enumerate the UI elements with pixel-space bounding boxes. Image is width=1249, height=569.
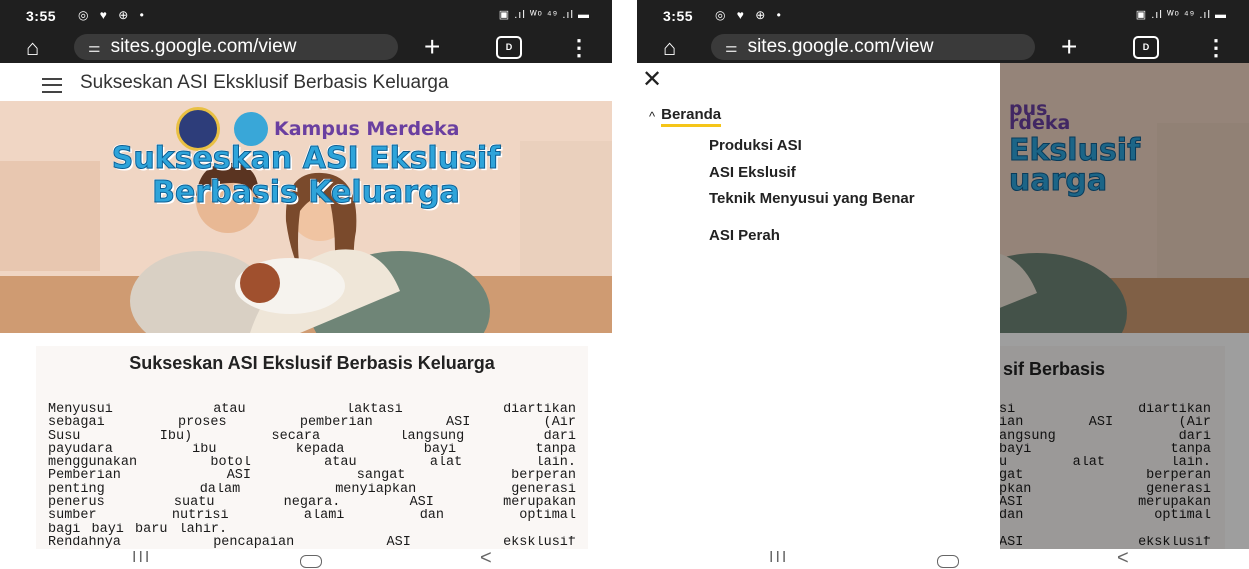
article-line: menggunakan botol atau alat lain. xyxy=(48,456,576,470)
nav-item-beranda[interactable]: ^ Beranda xyxy=(649,106,722,127)
article-line: Rendahnya pencapaian ASI eksklusif xyxy=(48,535,576,550)
hero-title-line1: Sukseskan ASI Ekslusif xyxy=(111,141,501,177)
hamburger-menu-icon[interactable] xyxy=(42,78,62,93)
article-line: penting dalam menyiapkan generasi xyxy=(48,482,576,497)
phone-screen-right: 3:55 ◎ ♥ ⊕ • ▣ .ıl ᵂᵒ ⁴⁹ .ıl ▬ ⌂ ⚌ sites… xyxy=(637,0,1249,569)
nav-item-produksi-asi[interactable]: Produksi ASI xyxy=(709,138,979,153)
browser-toolbar: ⌂ ⚌ sites.google.com/view + D ⋮ xyxy=(637,31,1249,63)
notification-icons: ◎ ♥ ⊕ • xyxy=(78,8,148,22)
article-section: Sukseskan ASI Ekslusif Berbasis Keluarga… xyxy=(0,333,612,563)
home-button[interactable] xyxy=(937,555,959,568)
new-tab-button[interactable]: + xyxy=(1061,31,1077,63)
signal-battery-icons: ▣ .ıl ᵂᵒ ⁴⁹ .ıl ▬ xyxy=(1135,9,1227,21)
site-settings-icon[interactable]: ⚌ xyxy=(88,39,101,56)
chevron-up-icon[interactable]: ^ xyxy=(649,109,655,124)
clock: 3:55 xyxy=(663,8,694,24)
article-line: bagi bayi baru lahir. xyxy=(48,522,228,536)
article-line: payudara ibu kepada bayi tanpa xyxy=(48,442,576,457)
navigation-drawer: ✕ ^ Beranda Produksi ASI ASI Ekslusif Te… xyxy=(637,63,1000,549)
address-bar[interactable]: ⚌ sites.google.com/view xyxy=(74,34,398,60)
tab-switcher-button[interactable]: D xyxy=(496,36,522,59)
new-tab-button[interactable]: + xyxy=(424,31,440,63)
article-line: sebagai proses pemberian ASI (Air xyxy=(48,416,576,430)
back-button[interactable]: < xyxy=(1117,547,1129,569)
article-line: Menyusui atau laktasi diartikan xyxy=(48,403,576,417)
article-title: Sukseskan ASI Ekslusif Berbasis Keluarga xyxy=(129,353,495,373)
hero-title-line2: Berbasis Keluarga xyxy=(152,175,461,211)
phone-screen-left: 3:55 ◎ ♥ ⊕ • ▣ .ıl ᵂᵒ ⁴⁹ .ıl ▬ ⌂ ⚌ sites… xyxy=(0,0,612,569)
article-body: Menyusui atau laktasi diartikan sebagai p… xyxy=(48,403,576,563)
site-settings-icon[interactable]: ⚌ xyxy=(725,39,738,56)
recents-button[interactable]: III xyxy=(769,549,788,567)
back-button[interactable]: < xyxy=(480,547,492,569)
system-nav-bar: III < xyxy=(637,547,1249,569)
site-title[interactable]: Sukseskan ASI Eksklusif Berbasis Keluarg… xyxy=(80,72,449,94)
url-text[interactable]: sites.google.com/view xyxy=(748,36,934,58)
hero-banner: Kampus Merdeka Sukseskan ASI Ekslusif Be… xyxy=(0,101,612,333)
system-nav-bar: III < xyxy=(0,547,612,569)
recents-button[interactable]: III xyxy=(132,549,151,567)
home-icon[interactable]: ⌂ xyxy=(663,35,676,61)
status-bar: 3:55 ◎ ♥ ⊕ • ▣ .ıl ᵂᵒ ⁴⁹ .ıl ▬ xyxy=(0,0,612,31)
nav-item-asi-ekslusif[interactable]: ASI Ekslusif xyxy=(709,165,979,180)
signal-battery-icons: ▣ .ıl ᵂᵒ ⁴⁹ .ıl ▬ xyxy=(498,9,590,21)
url-text[interactable]: sites.google.com/view xyxy=(111,36,297,58)
home-button[interactable] xyxy=(300,555,322,568)
article-card: Sukseskan ASI Ekslusif Berbasis Keluarga… xyxy=(36,346,588,563)
close-icon[interactable]: ✕ xyxy=(642,65,662,94)
article-line: sumber nutrisi alami dan optimal xyxy=(48,509,576,523)
nav-item-beranda-label[interactable]: Beranda xyxy=(661,106,722,127)
clock: 3:55 xyxy=(26,8,57,24)
nav-item-asi-perah[interactable]: ASI Perah xyxy=(709,228,979,243)
nav-item-teknik-menyusui[interactable]: Teknik Menyusui yang Benar xyxy=(709,191,979,206)
more-menu-icon[interactable]: ⋮ xyxy=(568,35,590,61)
notification-icons: ◎ ♥ ⊕ • xyxy=(715,8,785,22)
home-icon[interactable]: ⌂ xyxy=(26,35,39,61)
tab-switcher-button[interactable]: D xyxy=(1133,36,1159,59)
kampus-merdeka-logo-text: Kampus Merdeka xyxy=(274,117,460,140)
more-menu-icon[interactable]: ⋮ xyxy=(1205,35,1227,61)
browser-toolbar: ⌂ ⚌ sites.google.com/view + D ⋮ xyxy=(0,31,612,63)
address-bar[interactable]: ⚌ sites.google.com/view xyxy=(711,34,1035,60)
article-line: penerus suatu negara. ASI merupakan xyxy=(48,496,576,510)
status-bar: 3:55 ◎ ♥ ⊕ • ▣ .ıl ᵂᵒ ⁴⁹ .ıl ▬ xyxy=(637,0,1249,31)
site-header: Sukseskan ASI Eksklusif Berbasis Keluarg… xyxy=(0,63,612,101)
article-line: Susu Ibu) secara langsung dari xyxy=(48,429,576,443)
article-line: Pemberian ASI sangat berperan xyxy=(48,469,576,483)
